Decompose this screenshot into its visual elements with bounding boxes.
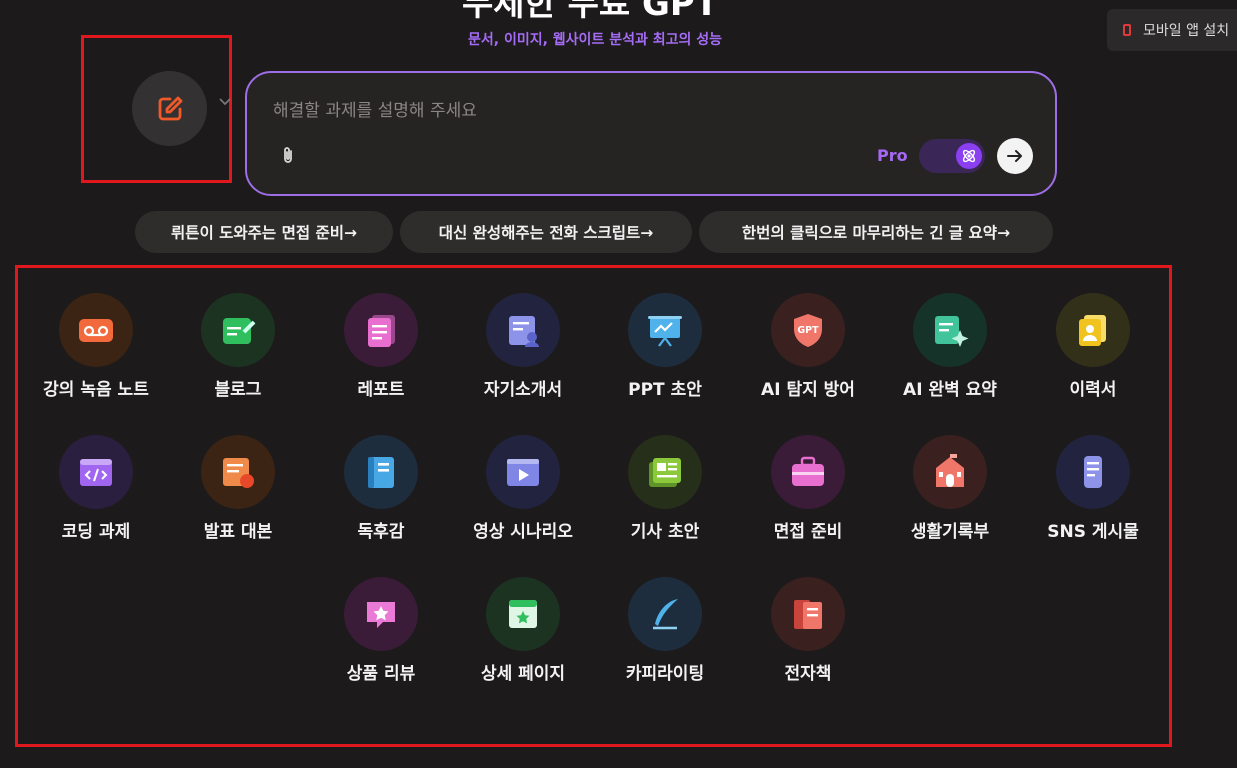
tool-tile[interactable]: 레포트 (310, 293, 452, 423)
tool-tile[interactable]: 기사 초안 (594, 435, 736, 565)
tool-label: 강의 녹음 노트 (43, 380, 149, 400)
chevron-down-icon[interactable] (218, 97, 232, 107)
atom-icon (956, 143, 982, 169)
code-window-icon (59, 435, 133, 509)
tool-tile[interactable]: 상세 페이지 (452, 577, 594, 707)
pro-label: Pro (877, 146, 908, 165)
gpt-shield-icon: GPT (771, 293, 845, 367)
tool-label: 기사 초안 (630, 522, 700, 542)
mobile-post-icon (1056, 435, 1130, 509)
newspaper-icon (628, 435, 702, 509)
tool-tile[interactable]: 이력서 (1022, 293, 1164, 423)
tool-label: 발표 대본 (203, 522, 273, 542)
tool-label: 상세 페이지 (480, 664, 566, 684)
tool-tile[interactable]: PPT 초안 (594, 293, 736, 423)
voicemail-tape-icon (59, 293, 133, 367)
arrow-right-icon (1007, 150, 1022, 162)
summary-sparkle-icon (913, 293, 987, 367)
tool-label: 독후감 (357, 522, 405, 542)
tool-tile[interactable]: AI 완벽 요약 (879, 293, 1021, 423)
tool-label: 자기소개서 (483, 380, 563, 400)
tool-label: 코딩 과제 (61, 522, 131, 542)
tool-label: 상품 리뷰 (346, 664, 416, 684)
tool-tile[interactable]: 블로그 (167, 293, 309, 423)
tool-tile[interactable]: GPT AI 탐지 방어 (737, 293, 879, 423)
tool-label: SNS 게시물 (1047, 522, 1139, 542)
tool-label: 영상 시나리오 (473, 522, 573, 542)
tool-tile[interactable]: 코딩 과제 (25, 435, 167, 565)
briefcase-icon (771, 435, 845, 509)
tool-tile[interactable]: 독후감 (310, 435, 452, 565)
tool-tile[interactable]: 발표 대본 (167, 435, 309, 565)
script-chart-icon (201, 435, 275, 509)
blog-pencil-icon (201, 293, 275, 367)
tool-label: 이력서 (1069, 380, 1117, 400)
suggestion-chip[interactable]: 대신 완성해주는 전화 스크립트→ (400, 211, 692, 253)
tool-tile[interactable]: SNS 게시물 (1022, 435, 1164, 565)
install-app-label: 모바일 앱 설치 (1143, 23, 1230, 39)
tool-tile[interactable]: 전자책 (737, 577, 879, 707)
suggestion-chip[interactable]: 한번의 클릭으로 마무리하는 긴 글 요약→ (699, 211, 1053, 253)
resume-id-icon (1056, 293, 1130, 367)
tool-label: 카피라이팅 (625, 664, 705, 684)
send-button[interactable] (997, 138, 1033, 174)
star-review-icon (344, 577, 418, 651)
prompt-input[interactable] (271, 95, 975, 127)
video-player-icon (486, 435, 560, 509)
tool-tile[interactable]: 면접 준비 (737, 435, 879, 565)
tool-tile[interactable]: 강의 녹음 노트 (25, 293, 167, 423)
ebook-icon (771, 577, 845, 651)
profile-document-icon (486, 293, 560, 367)
paperclip-icon[interactable] (279, 146, 297, 166)
tool-tile[interactable]: 영상 시나리오 (452, 435, 594, 565)
book-icon (344, 435, 418, 509)
tool-label: AI 탐지 방어 (761, 380, 855, 400)
pro-toggle[interactable] (919, 139, 985, 173)
star-page-icon (486, 577, 560, 651)
tool-label: 전자책 (784, 664, 832, 684)
mode-selector-button[interactable] (132, 71, 207, 146)
tool-tile[interactable]: 생활기록부 (879, 435, 1021, 565)
report-document-icon (344, 293, 418, 367)
tool-label: 블로그 (214, 380, 262, 400)
presentation-board-icon (628, 293, 702, 367)
edit-icon (158, 96, 182, 120)
prompt-box: Pro (245, 71, 1057, 196)
tool-tile[interactable]: 자기소개서 (452, 293, 594, 423)
tool-tile[interactable]: 카피라이팅 (594, 577, 736, 707)
tool-label: 면접 준비 (773, 522, 843, 542)
tool-label: PPT 초안 (628, 380, 702, 400)
mobile-phone-icon (1123, 24, 1131, 36)
tool-label: 생활기록부 (910, 522, 990, 542)
install-app-button[interactable]: 모바일 앱 설치 (1107, 9, 1237, 51)
tool-tile[interactable]: 상품 리뷰 (310, 577, 452, 707)
tool-label: AI 완벽 요약 (903, 380, 997, 400)
suggestion-chip[interactable]: 뤼튼이 도와주는 면접 준비→ (135, 211, 393, 253)
svg-text:GPT: GPT (797, 325, 819, 336)
page-title: 무제한 무료 GPT (461, 0, 719, 24)
quill-pen-icon (628, 577, 702, 651)
tool-label: 레포트 (357, 380, 405, 400)
school-building-icon (913, 435, 987, 509)
